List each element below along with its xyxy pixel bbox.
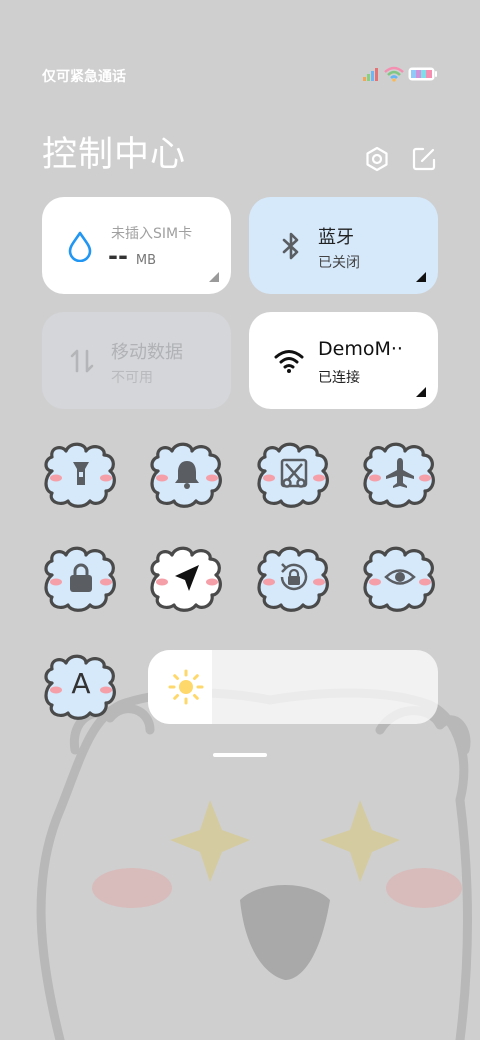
- status-text: 仅可紧急通话: [42, 69, 126, 85]
- water-drop-icon: [68, 231, 92, 262]
- lock-screen-toggle[interactable]: [42, 545, 120, 615]
- bluetooth-label: 蓝牙: [318, 227, 354, 248]
- expand-corner-icon: [416, 387, 426, 397]
- data-usage-unit: MB: [135, 253, 157, 268]
- mobile-data-tile[interactable]: 移动数据 不可用: [42, 312, 231, 409]
- wifi-status: 已连接: [318, 370, 360, 386]
- battery-icon: [408, 67, 437, 81]
- mobile-data-label: 移动数据: [111, 342, 183, 363]
- sim-status-label: 未插入SIM卡: [111, 226, 193, 242]
- font-size-toggle[interactable]: A: [42, 653, 120, 723]
- location-toggle[interactable]: [148, 545, 226, 615]
- expand-corner-icon: [209, 272, 219, 282]
- brightness-slider[interactable]: [148, 650, 438, 724]
- letter-a-icon: A: [71, 667, 91, 700]
- flashlight-toggle[interactable]: [42, 441, 120, 511]
- screenshot-toggle[interactable]: [255, 441, 333, 511]
- edit-icon[interactable]: [411, 146, 437, 172]
- reading-mode-toggle[interactable]: [361, 545, 439, 615]
- drag-handle[interactable]: [213, 753, 267, 757]
- bluetooth-tile[interactable]: 蓝牙 已关闭: [249, 197, 438, 294]
- wifi-network-name: DemoM··: [318, 338, 403, 360]
- data-usage-tile[interactable]: 未插入SIM卡 -- MB: [42, 197, 231, 294]
- bluetooth-icon: [282, 232, 299, 260]
- wifi-icon: [384, 66, 404, 82]
- bluetooth-status: 已关闭: [318, 255, 360, 271]
- data-usage-value: --: [108, 242, 128, 270]
- mobile-data-status: 不可用: [111, 370, 153, 386]
- data-arrows-icon: [70, 349, 94, 373]
- wifi-icon: [274, 350, 304, 373]
- auto-rotate-toggle[interactable]: [255, 545, 333, 615]
- page-title: 控制中心: [42, 135, 187, 175]
- expand-corner-icon: [416, 272, 426, 282]
- signal-icon: [363, 68, 378, 81]
- ringer-toggle[interactable]: [148, 441, 226, 511]
- airplane-mode-toggle[interactable]: [361, 441, 439, 511]
- wifi-tile[interactable]: DemoM·· 已连接: [249, 312, 438, 409]
- gear-icon[interactable]: [364, 146, 390, 172]
- status-icons: [362, 66, 438, 82]
- sun-icon: [168, 669, 204, 705]
